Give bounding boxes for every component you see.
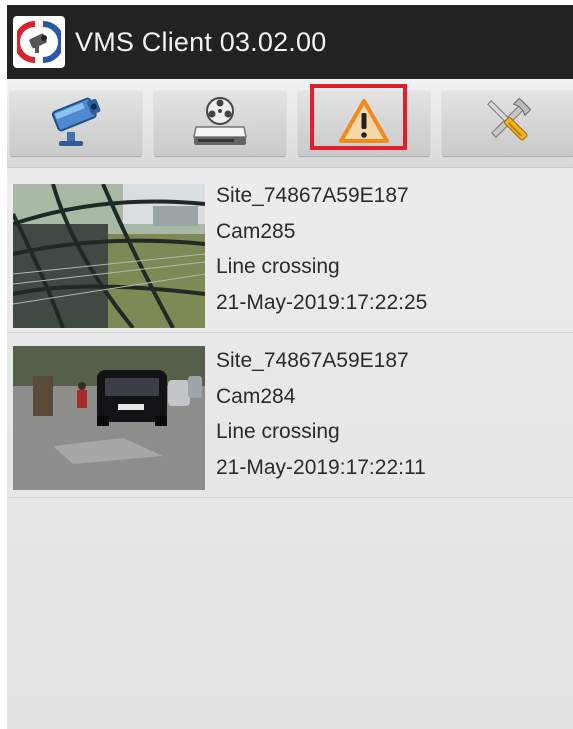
event-thumbnail	[13, 184, 205, 328]
app-title: VMS Client 03.02.00	[75, 26, 327, 57]
event-info: Site_74867A59E187 Cam285 Line crossing 2…	[216, 178, 427, 320]
playback-reel-icon	[190, 93, 250, 154]
event-site: Site_74867A59E187	[216, 184, 409, 207]
event-camera: Cam284	[216, 384, 296, 408]
selected-tab-highlight	[310, 84, 407, 150]
settings-button[interactable]	[442, 90, 573, 156]
app-screen: VMS Client 03.02.00 Site_74867A59E187 Ca…	[7, 5, 573, 729]
event-timestamp: 21-May-2019:17:22:25	[216, 290, 428, 314]
playback-button[interactable]	[154, 90, 286, 156]
title-bar: VMS Client 03.02.00	[7, 5, 573, 79]
camera-button[interactable]	[10, 90, 142, 156]
event-site: Site_74867A59E187	[216, 349, 409, 372]
event-info: Site_74867A59E187 Cam284 Line crossing 2…	[216, 343, 426, 485]
camera-icon	[45, 94, 107, 153]
event-list: Site_74867A59E187 Cam285 Line crossing 2…	[7, 168, 573, 498]
event-type: Line crossing	[216, 255, 340, 278]
toolbar	[7, 79, 573, 168]
event-thumbnail	[13, 346, 205, 490]
event-item-1[interactable]: Site_74867A59E187 Cam285 Line crossing 2…	[7, 168, 573, 333]
vms-logo-icon	[13, 16, 65, 68]
event-timestamp: 21-May-2019:17:22:11	[216, 455, 426, 479]
tools-settings-icon	[478, 93, 538, 154]
event-camera: Cam285	[216, 219, 296, 243]
event-type: Line crossing	[216, 420, 340, 443]
event-item-2[interactable]: Site_74867A59E187 Cam284 Line crossing 2…	[7, 333, 573, 498]
